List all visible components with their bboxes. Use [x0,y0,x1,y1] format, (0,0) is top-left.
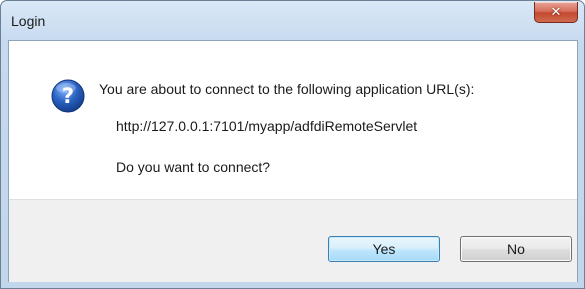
yes-button[interactable]: Yes [328,236,440,262]
question-icon: ? [51,79,85,113]
connect-message: You are about to connect to the followin… [99,81,475,97]
message-area: ? You are about to connect to the follow… [9,41,577,199]
login-dialog: Login ✕ ? You are about to connect to th… [0,0,585,289]
connect-question: Do you want to connect? [116,159,271,175]
title-bar[interactable]: Login ✕ [1,1,584,41]
no-button[interactable]: No [460,236,572,262]
close-button[interactable]: ✕ [534,2,578,23]
application-url: http://127.0.0.1:7101/myapp/adfdiRemoteS… [116,118,418,134]
close-icon: ✕ [550,4,562,20]
window-title: Login [11,13,46,29]
dialog-body: ? You are about to connect to the follow… [8,40,578,282]
svg-text:?: ? [62,84,74,108]
button-bar: Yes No [9,199,577,282]
